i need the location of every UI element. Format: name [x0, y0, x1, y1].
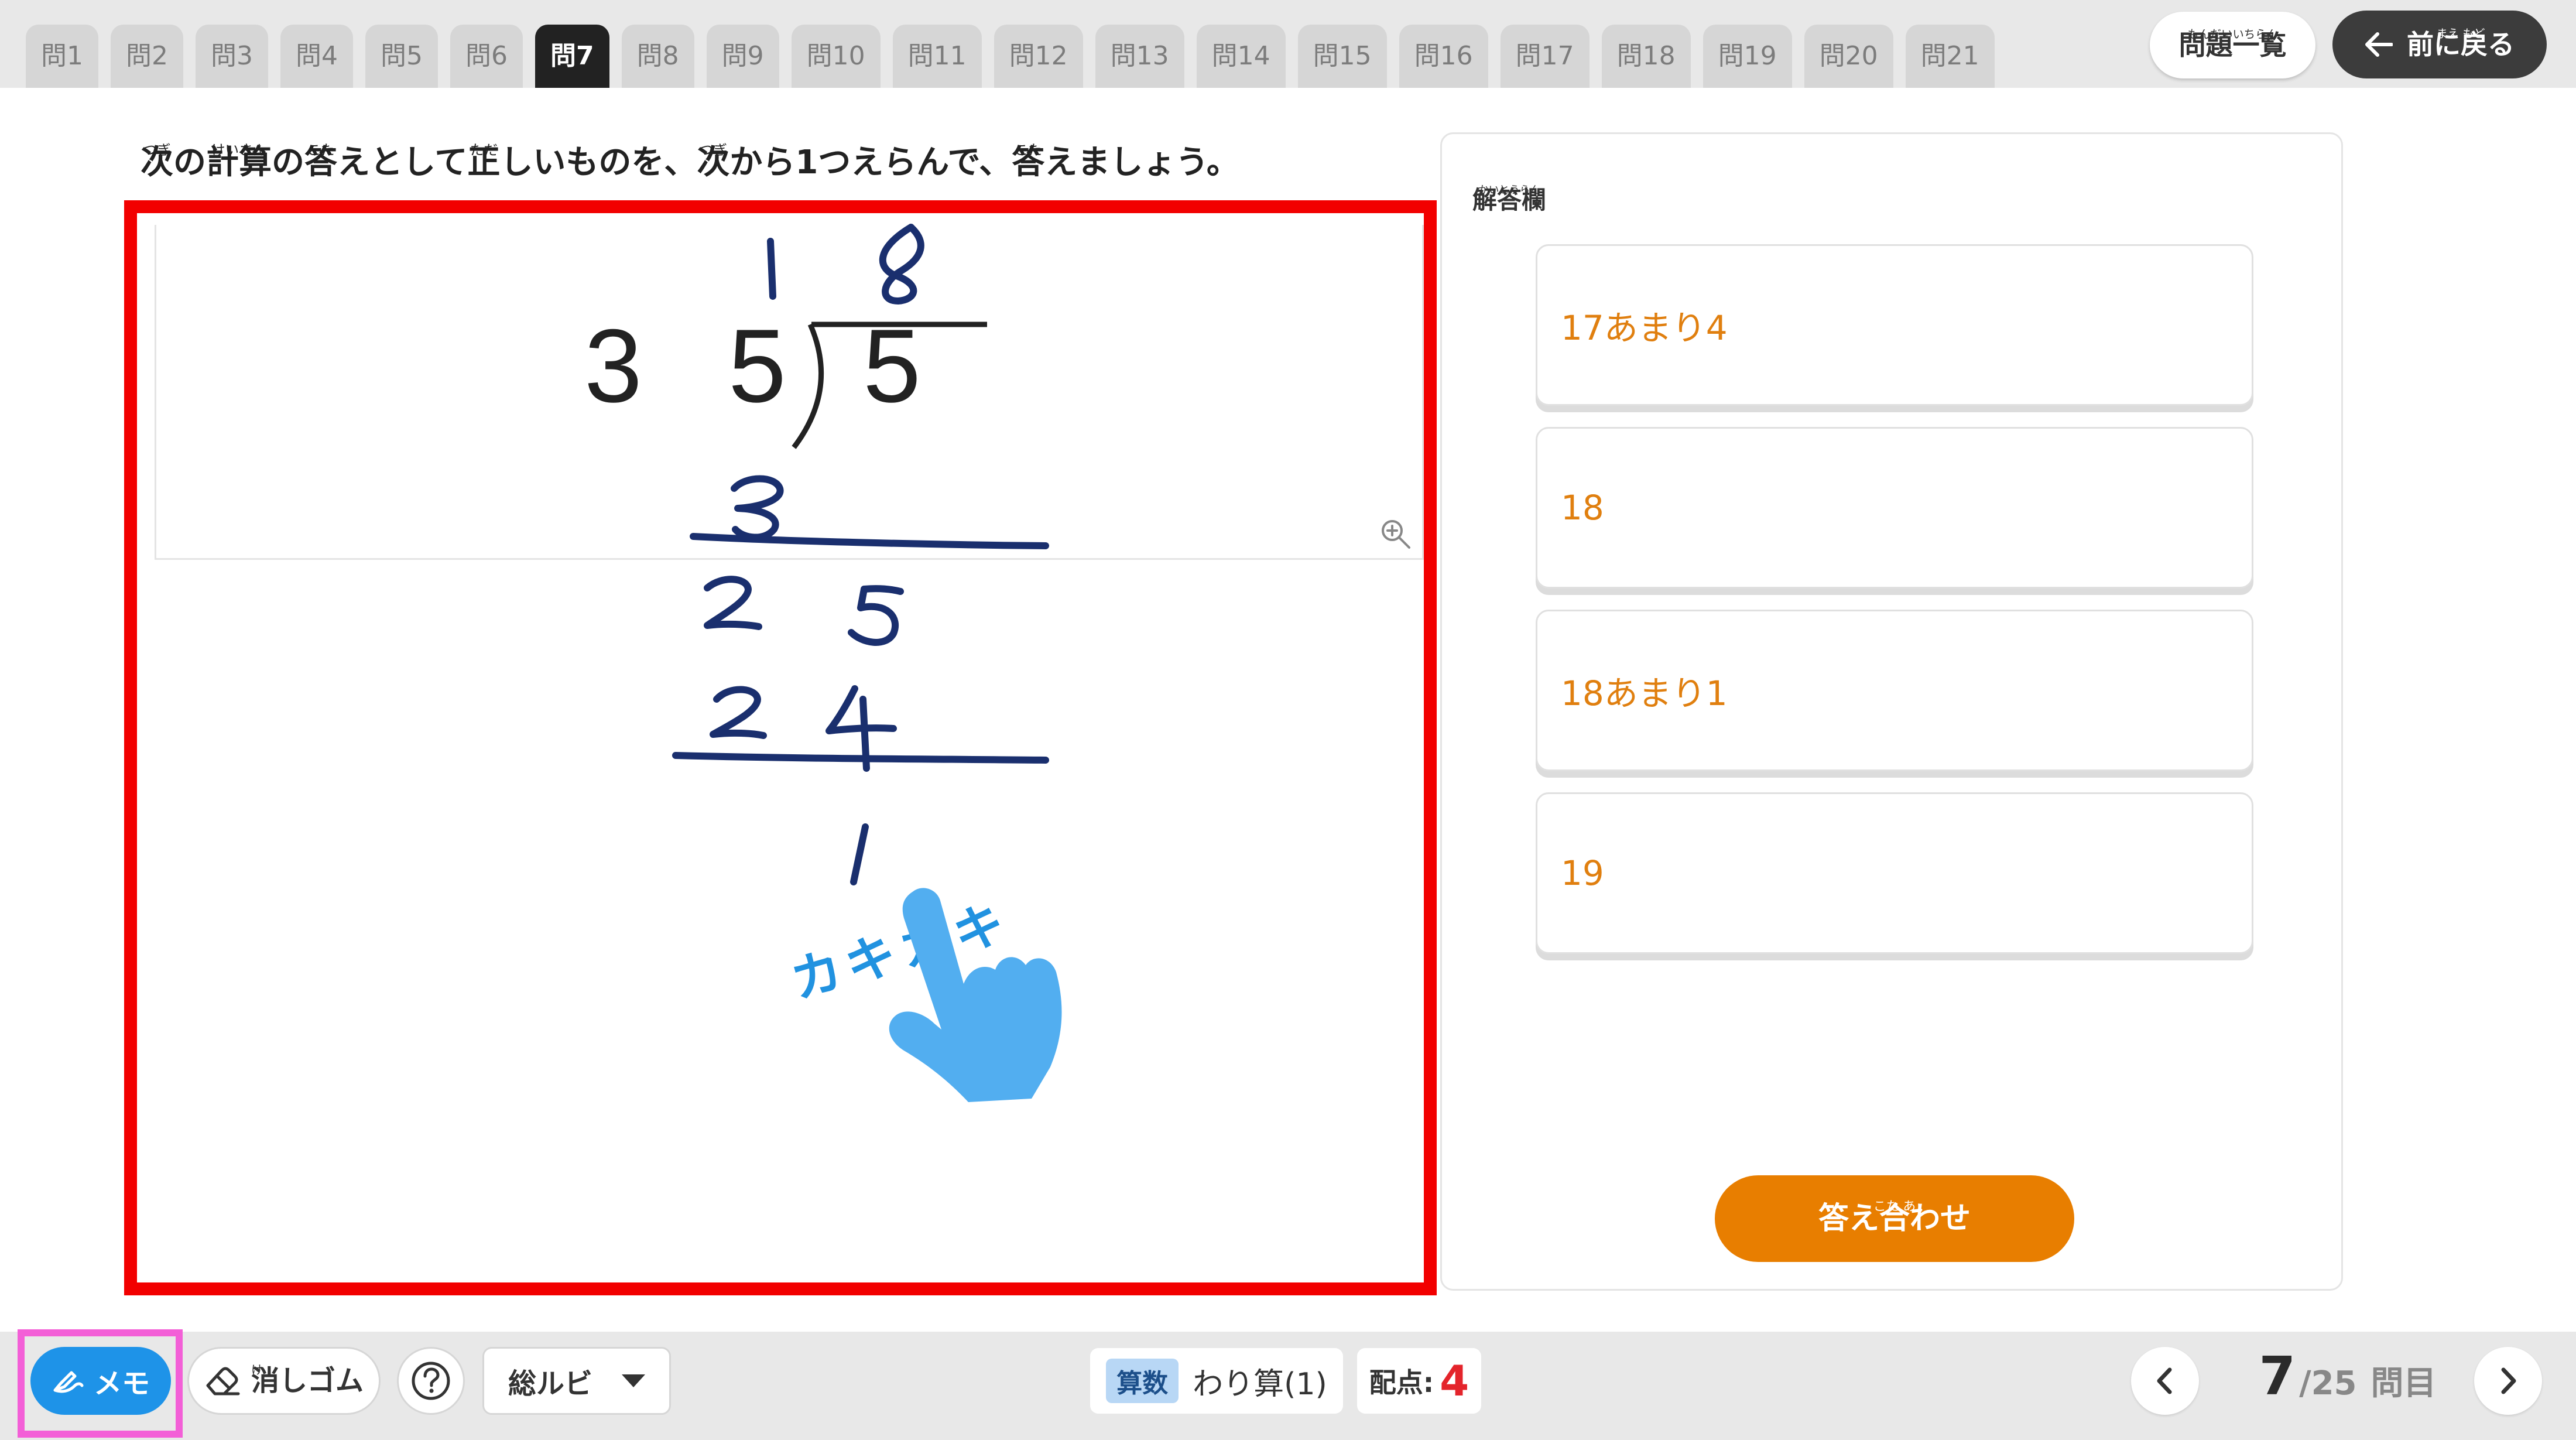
chevron-left-icon — [2157, 1367, 2172, 1394]
tab-question-20[interactable]: 問20 — [1804, 25, 1893, 88]
question-text: 次つぎ の計算 けいさん の答 こた えとして正 ただ しいものを、次 つぎ から1つえらんで、答… — [141, 142, 1239, 182]
tab-question-14[interactable]: 問14 — [1196, 25, 1286, 88]
unit-name: わり算(1) — [1193, 1366, 1327, 1402]
choice-1[interactable]: 17あまり4 — [1536, 244, 2253, 406]
eraser-button[interactable]: 消しゴムけ — [187, 1347, 381, 1415]
tab-question-8[interactable]: 問8 — [621, 25, 694, 88]
tab-question-19[interactable]: 問19 — [1703, 25, 1792, 88]
tab-question-5[interactable]: 問5 — [365, 25, 438, 88]
memo-button[interactable]: メモ — [30, 1347, 171, 1415]
tab-question-10[interactable]: 問10 — [791, 25, 881, 88]
question-list-button[interactable]: 問題一覧 もんだいいちらん — [2150, 12, 2315, 78]
tab-question-13[interactable]: 問13 — [1095, 25, 1184, 88]
tab-question-18[interactable]: 問18 — [1601, 25, 1691, 88]
divisor: 3 — [584, 307, 642, 424]
score-value: 4 — [1440, 1356, 1469, 1405]
pointing-hand-icon — [889, 888, 1062, 1102]
tab-question-15[interactable]: 問15 — [1297, 25, 1387, 88]
tab-question-6[interactable]: 問6 — [450, 25, 523, 88]
caret-down-icon — [622, 1374, 645, 1387]
question-counter: 7 /25 問目 — [2259, 1346, 2437, 1407]
score-info: 配点: 4 — [1357, 1348, 1481, 1414]
arrow-left-icon — [2365, 32, 2393, 57]
tab-question-12[interactable]: 問12 — [994, 25, 1083, 88]
chevron-right-icon — [2501, 1367, 2516, 1394]
tab-question-2[interactable]: 問2 — [111, 25, 183, 88]
dividend-digit: 5 — [863, 307, 921, 424]
ruby-mode-select[interactable]: 総ルビ — [482, 1347, 671, 1415]
check-answer-button[interactable]: 答え合わせ こた あ — [1715, 1175, 2074, 1262]
choice-3[interactable]: 18あまり1 — [1536, 610, 2253, 771]
choice-4[interactable]: 19 — [1536, 792, 2253, 954]
answer-panel: 解答欄 かいとうらん 17あまり4 18 18あまり1 19 答え合わせ こた あ — [1440, 132, 2343, 1291]
tab-question-4[interactable]: 問4 — [280, 25, 353, 88]
tab-question-11[interactable]: 問11 — [892, 25, 982, 88]
help-icon — [412, 1362, 450, 1400]
memo-drawing: 3 5 5 — [584, 224, 1049, 885]
answer-panel-title: 解答欄 かいとうらん — [1472, 184, 1547, 214]
subject-badge: 算数 — [1106, 1359, 1179, 1403]
tab-question-1[interactable]: 問1 — [26, 25, 98, 88]
tab-question-9[interactable]: 問9 — [706, 25, 779, 88]
question-tabs: 問1 問2 問3 問4 問5 問6 問7 問8 問9 問10 問11 問12 問13 問14 問15 問16 問… — [26, 25, 2145, 88]
choice-2[interactable]: 18 — [1536, 427, 2253, 589]
prev-question-button[interactable] — [2131, 1347, 2199, 1415]
back-button[interactable]: 前に戻る まえ もど — [2332, 11, 2547, 78]
help-button[interactable] — [397, 1347, 465, 1415]
tab-question-17[interactable]: 問17 — [1500, 25, 1590, 88]
tab-question-21[interactable]: 問21 — [1905, 25, 1995, 88]
memo-canvas[interactable]: 3 5 5 カキカキ — [124, 200, 1437, 1295]
tab-question-3[interactable]: 問3 — [196, 25, 268, 88]
eraser-icon — [206, 1367, 240, 1395]
subject-info: 算数 わり算(1) — [1090, 1348, 1343, 1414]
tab-question-7[interactable]: 問7 — [535, 25, 609, 88]
next-question-button[interactable] — [2474, 1347, 2542, 1415]
pen-icon — [53, 1371, 84, 1393]
tab-question-16[interactable]: 問16 — [1399, 25, 1488, 88]
dividend-digit: 5 — [728, 307, 786, 424]
